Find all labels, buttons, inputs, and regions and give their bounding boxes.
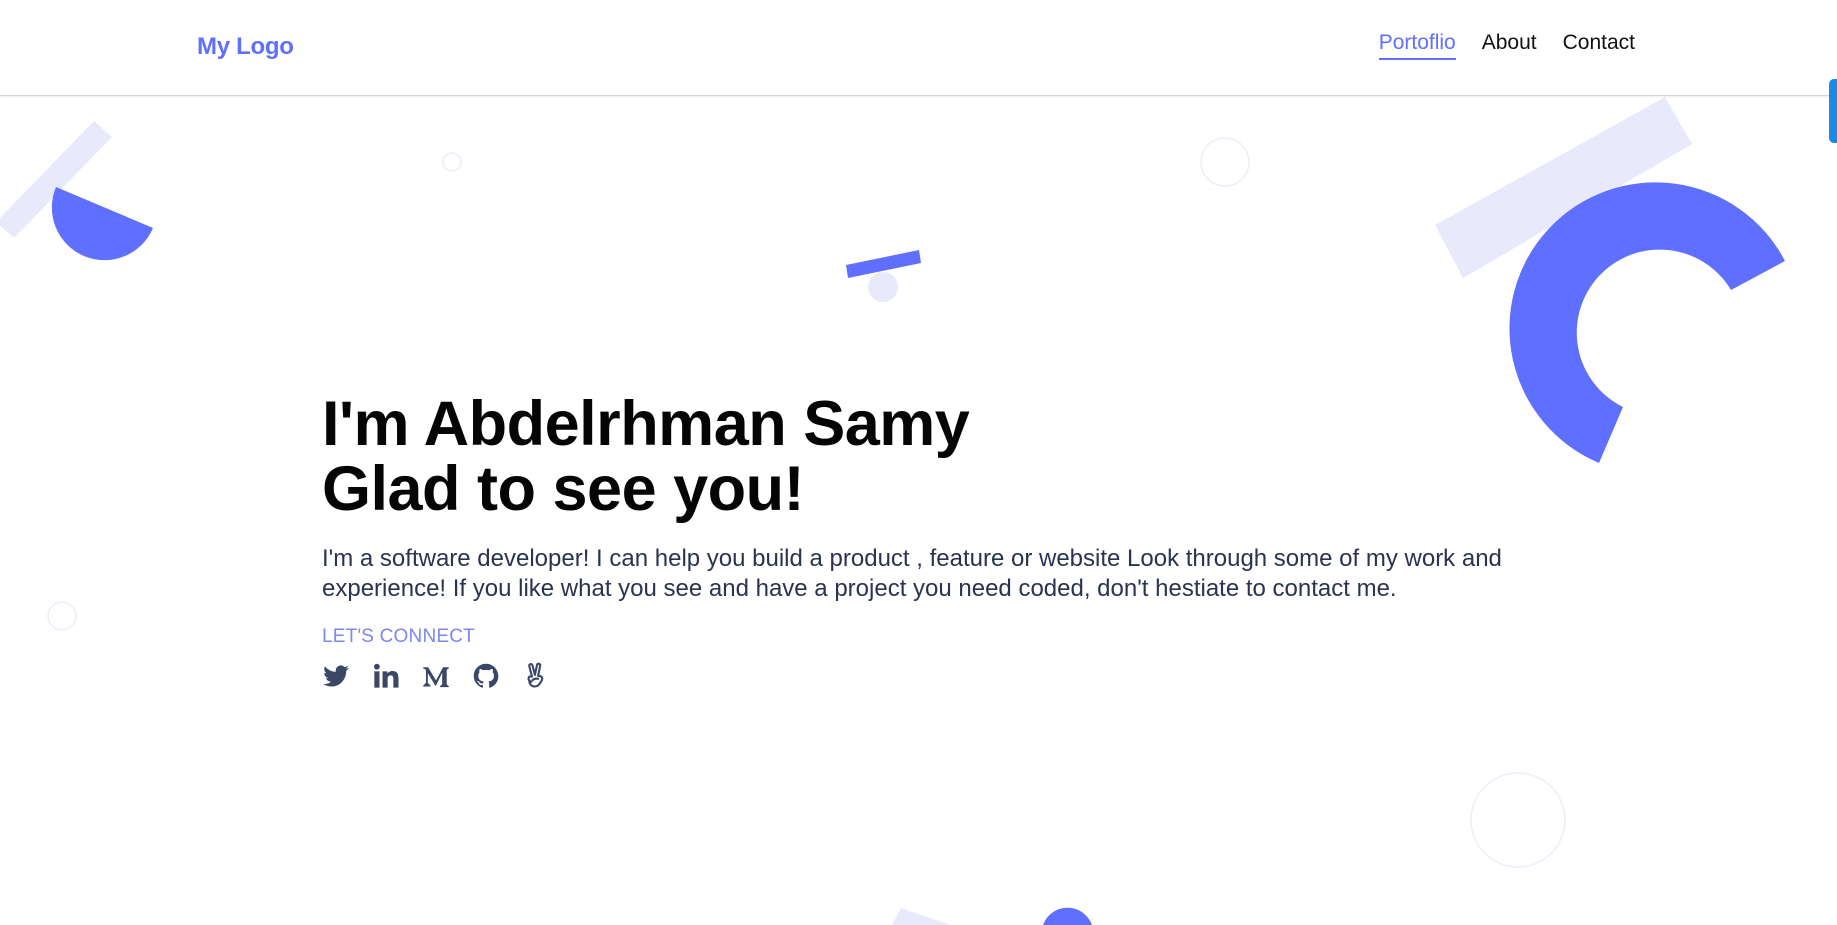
nav-link-portfolio[interactable]: Portoflio xyxy=(1378,31,1456,60)
hero-title-line-1: I'm Abdelrhman Samy xyxy=(322,389,970,459)
scrollbar-thumb[interactable] xyxy=(1829,79,1837,143)
decor-circle-left xyxy=(47,601,77,631)
hero-section: I'm Abdelrhman Samy Glad to see you! I'm… xyxy=(322,392,1522,690)
nav-link-about[interactable]: About xyxy=(1482,31,1537,60)
decor-circle-blue-bottom xyxy=(1043,907,1092,925)
decor-circle-large xyxy=(1470,772,1566,868)
nav-links: Portoflio About Contact xyxy=(1378,31,1635,60)
connect-label: LET'S CONNECT xyxy=(322,626,475,647)
nav-link-contact[interactable]: Contact xyxy=(1563,31,1635,60)
medium-link[interactable] xyxy=(422,662,450,690)
hero-title-line-2: Glad to see you! xyxy=(322,454,805,524)
navbar: My Logo Portoflio About Contact xyxy=(0,0,1837,96)
decor-dot-light xyxy=(868,272,898,302)
logo[interactable]: My Logo xyxy=(197,33,294,61)
decor-circle-medium xyxy=(1200,137,1250,187)
github-icon xyxy=(473,663,499,688)
hero-description: I'm a software developer! I can help you… xyxy=(322,545,1502,602)
decor-circle-small-1 xyxy=(442,152,462,172)
linkedin-icon xyxy=(373,663,399,688)
social-links xyxy=(322,662,1522,690)
medium-icon xyxy=(423,667,449,688)
hero-title: I'm Abdelrhman Samy Glad to see you! xyxy=(322,392,1522,522)
twitter-link[interactable] xyxy=(322,662,350,690)
peace-link[interactable] xyxy=(522,662,550,690)
decor-bar-light-bottom xyxy=(892,908,950,925)
peace-hand-icon xyxy=(527,662,544,688)
decor-halfcircle-blue xyxy=(51,187,153,261)
twitter-icon xyxy=(323,665,349,687)
linkedin-link[interactable] xyxy=(372,662,400,690)
github-link[interactable] xyxy=(472,662,500,690)
